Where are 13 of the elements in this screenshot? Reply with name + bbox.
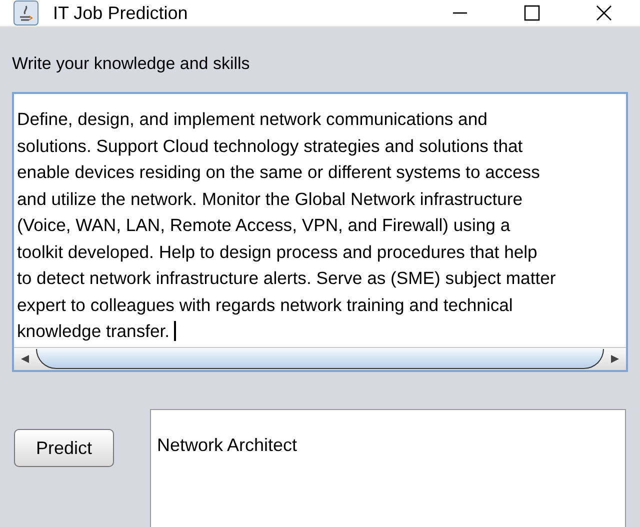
close-icon[interactable] xyxy=(596,5,612,21)
scroll-thumb[interactable] xyxy=(36,349,604,369)
maximize-icon[interactable] xyxy=(524,5,540,21)
left-arrow-icon[interactable] xyxy=(20,354,30,364)
prompt-label: Write your knowledge and skills xyxy=(12,54,251,74)
right-arrow-icon[interactable] xyxy=(610,354,620,364)
predict-button[interactable]: Predict xyxy=(14,429,114,467)
skills-text-area[interactable]: Define, design, and implement network communications and solutions. Support Cloud technology strategies and solutions that enable devices residing on the same or different systems to access and utilize the network. Monitor the Global Network infrastructure (Voice, WAN, LAN, Remote Access, VPN, and Firewall) using a toolkit developed. Help to design process and procedures that help to detect network infrastructure alerts. Serve as (SME) subject matter expert to colleagues with regards network training and technical knowledge transfer. xyxy=(12,92,628,372)
java-cup-icon xyxy=(13,0,39,26)
horizontal-scrollbar[interactable] xyxy=(14,347,626,370)
window-title: IT Job Prediction xyxy=(53,2,188,24)
prediction-field: Network Architect xyxy=(150,409,626,527)
text-cursor xyxy=(174,321,176,341)
